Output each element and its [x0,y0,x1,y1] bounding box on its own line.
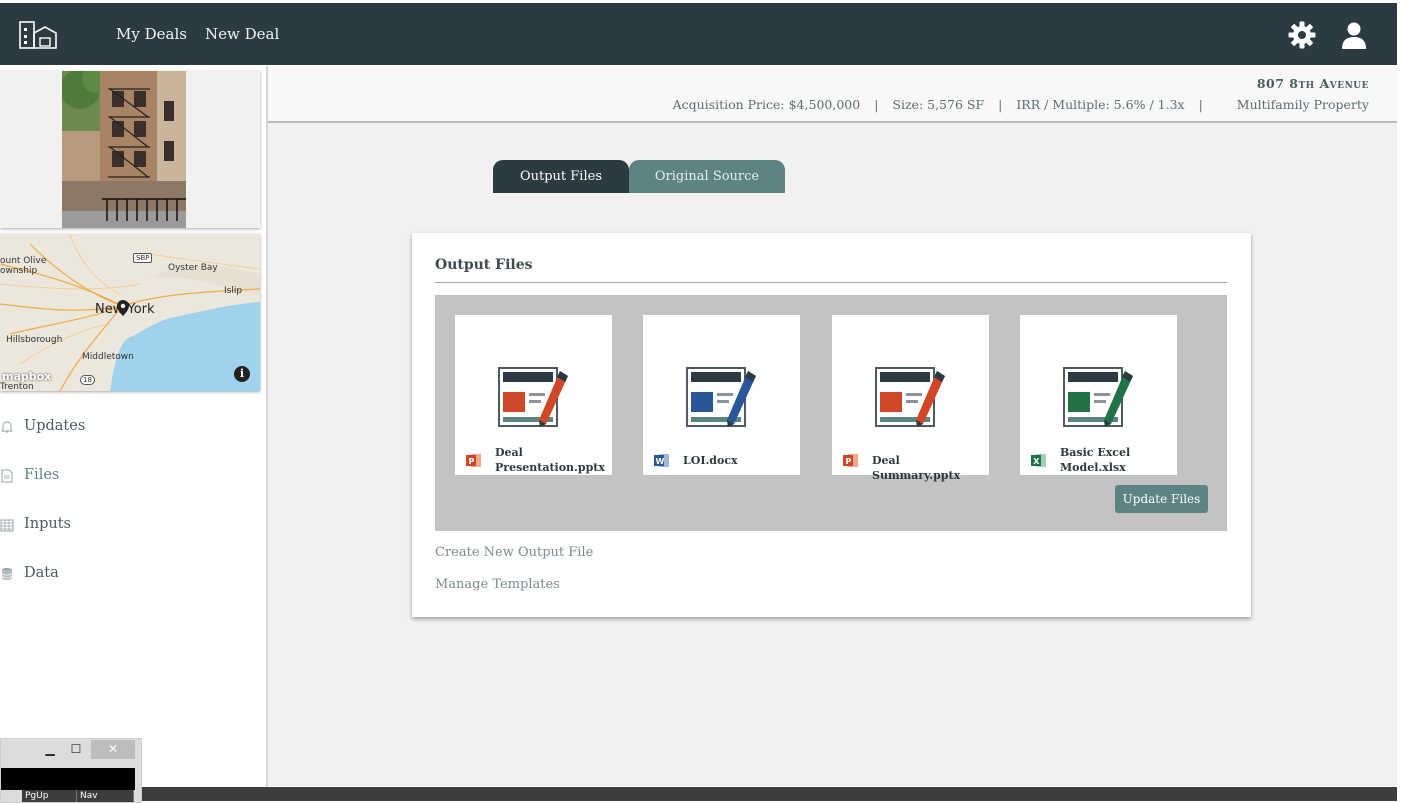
keyboard-panel [1,768,135,790]
map-label: Hillsborough [6,335,63,345]
sidebar-item-label: Files [24,467,60,483]
sidebar-item-data[interactable]: Data [0,563,250,587]
sidebar-item-inputs[interactable]: Inputs [0,514,250,538]
tab-original-source[interactable]: Original Source [629,160,785,193]
key-nav[interactable]: Nav [77,790,134,802]
map-route-shield: 18 [80,375,95,385]
excel-icon: X [1031,454,1046,467]
file-icon [1,469,13,483]
manage-templates-link[interactable]: Manage Templates [435,577,560,592]
property-stats: Acquisition Price: $4,500,000 | Size: 5,57… [673,97,1369,112]
file-name: Basic Excel Model.xlsx [1060,445,1172,475]
update-files-button[interactable]: Update Files [1115,485,1208,513]
main-content: Output Files Original Source Output File… [268,123,1397,786]
property-type: Multifamily Property [1236,97,1369,112]
document-edit-icon [498,367,568,427]
file-name-line: Basic Excel [1060,446,1131,459]
property-name: 807 8th Avenue [1256,76,1369,91]
word-icon: W [654,454,669,467]
key-pgup[interactable]: PgUp [22,790,77,802]
file-tile-basic-excel-model[interactable]: X Basic Excel Model.xlsx [1020,315,1177,475]
file-name-line: Model.xlsx [1060,461,1126,474]
acquisition-price: Acquisition Price: $4,500,000 [672,97,861,112]
buildings-logo-icon[interactable] [18,19,58,51]
floating-keyboard-window: ▁ ☐ ✕ PgUp Nav [0,738,142,803]
file-name-line: Presentation.pptx [495,461,605,474]
map-label: ownship [0,266,38,276]
svg-text:W: W [656,457,665,466]
minimize-button[interactable]: ▁ [39,740,61,759]
files-panel: P Deal Presentation.pptx W LOI.docx P De… [435,295,1227,531]
file-tile-deal-presentation[interactable]: P Deal Presentation.pptx [455,315,612,475]
file-tile-loi[interactable]: W LOI.docx [643,315,800,475]
mapbox-attribution[interactable]: mapbox [2,370,51,383]
map-route-shield: SBP [133,253,153,263]
database-icon [1,568,13,580]
svg-text:P: P [846,457,852,466]
tab-output-files[interactable]: Output Files [493,160,629,193]
file-name-line: Deal Summary.pptx [872,454,961,482]
card-title: Output Files [435,257,533,273]
property-map[interactable]: ount Olive ownship Oyster Bay Islip Hill… [0,234,260,391]
output-files-card: Output Files P Deal Presentation.pptx W … [412,233,1251,617]
document-edit-icon [875,367,945,427]
property-photo [62,71,186,228]
irr-multiple: IRR / Multiple: 5.6% / 1.3x [1016,97,1185,112]
user-icon[interactable] [1339,20,1369,50]
map-label: Islip [224,286,243,296]
close-button[interactable]: ✕ [91,740,135,759]
nav-my-deals[interactable]: My Deals [116,25,187,43]
sidebar-item-label: Data [24,565,59,581]
file-name-line: Deal [495,446,523,459]
file-name: LOI.docx [683,453,795,468]
map-label: ount Olive [0,256,47,266]
map-info-icon[interactable]: i [234,366,250,382]
file-name-line: LOI.docx [683,454,738,467]
property-header: 807 8th Avenue Acquisition Price: $4,500… [268,66,1397,123]
divider [435,282,1227,283]
calculator-icon [0,519,14,532]
property-photo-card [0,71,260,228]
sidebar-item-label: Updates [24,418,86,434]
sidebar-item-updates[interactable]: Updates [0,416,250,440]
sidebar-item-label: Inputs [24,516,71,532]
svg-text:P: P [469,457,475,466]
sidebar-item-files[interactable]: Files [0,465,250,489]
map-label: Trenton [0,382,34,391]
create-new-output-file-link[interactable]: Create New Output File [435,545,593,560]
document-edit-icon [1063,367,1133,427]
nav-new-deal[interactable]: New Deal [205,25,279,43]
bell-icon [0,421,14,433]
powerpoint-icon: P [843,454,858,467]
map-label: Middletown [82,352,134,362]
stat-separator: | [1198,97,1203,112]
file-tile-deal-summary[interactable]: P Deal Summary.pptx [832,315,989,482]
map-label: Oyster Bay [168,263,218,273]
maximize-button[interactable]: ☐ [65,740,87,759]
map-pin-icon[interactable] [117,300,129,316]
powerpoint-icon: P [466,454,481,467]
file-name: Deal Summary.pptx [872,453,984,483]
document-edit-icon [686,367,756,427]
property-size: Size: 5,576 SF [892,97,985,112]
footer-bar [142,787,1397,801]
file-name: Deal Presentation.pptx [495,445,607,475]
top-nav-bar: My Deals New Deal [0,3,1397,65]
stat-separator: | [874,97,879,112]
stat-separator: | [998,97,1003,112]
svg-text:X: X [1033,457,1040,466]
sidebar: ount Olive ownship Oyster Bay Islip Hill… [0,66,268,801]
gear-icon[interactable] [1287,20,1317,50]
